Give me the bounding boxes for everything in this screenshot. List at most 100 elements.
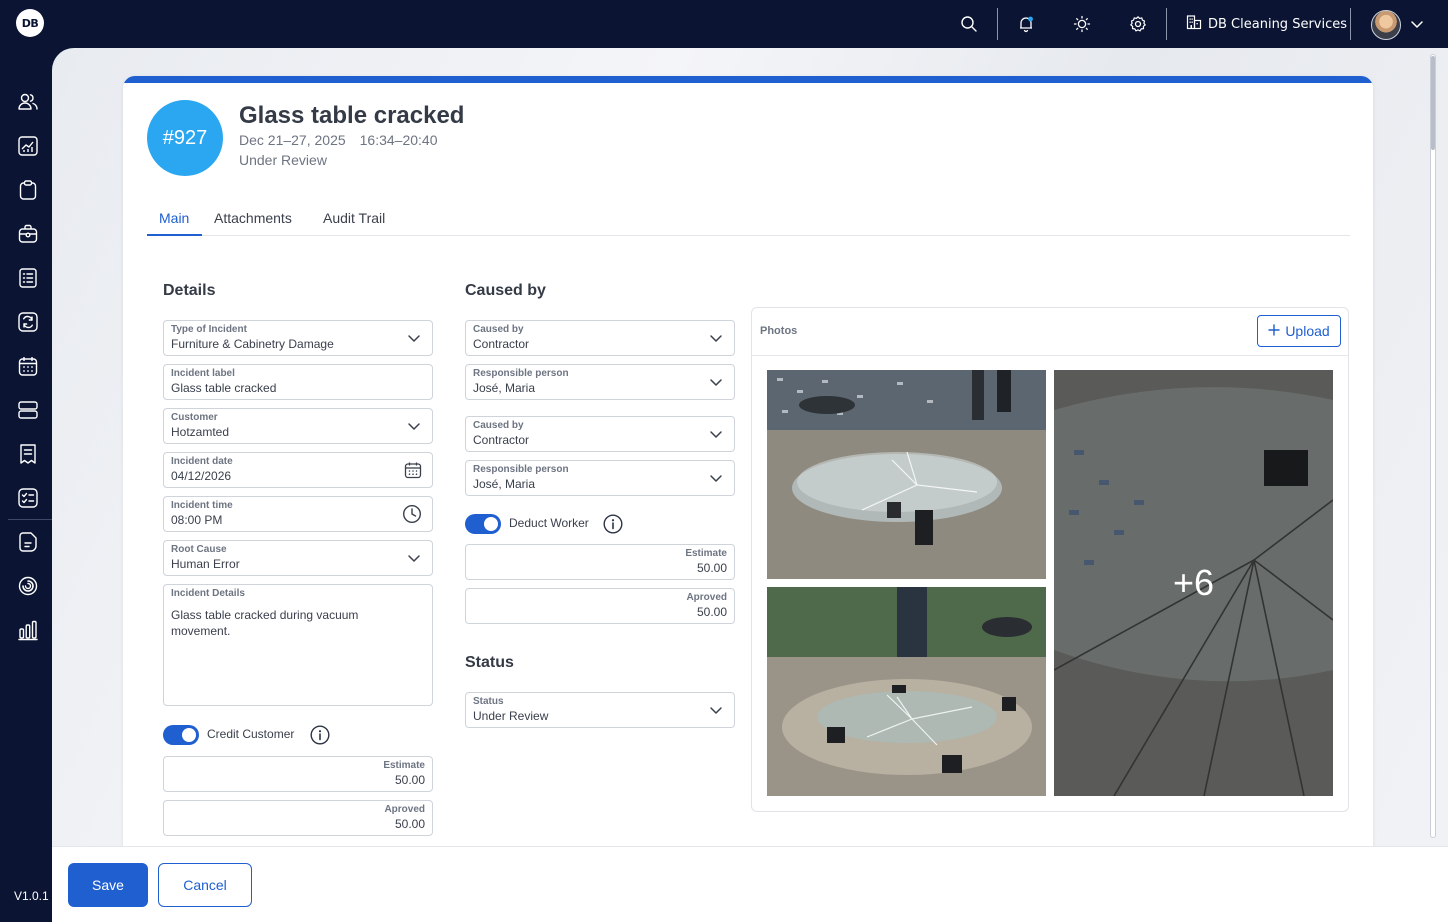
- search-icon[interactable]: [957, 12, 981, 36]
- active-tab-indicator: [147, 234, 202, 236]
- deduct-estimate-input[interactable]: Estimate 50.00: [465, 544, 735, 580]
- caused-by-section-title: Caused by: [465, 282, 546, 299]
- clock-icon[interactable]: [402, 504, 422, 524]
- list-icon[interactable]: [16, 266, 40, 290]
- field-label: Estimate: [383, 760, 425, 771]
- incident-period: Dec 21–27, 2025 16:34–20:40: [239, 132, 438, 148]
- card-accent-bar: [123, 76, 1373, 83]
- gear-icon[interactable]: [1126, 12, 1150, 36]
- info-icon[interactable]: [310, 725, 330, 745]
- info-icon[interactable]: [603, 514, 623, 534]
- customer-select[interactable]: Customer Hotzamted: [163, 408, 433, 444]
- field-value: Glass table cracked: [171, 381, 277, 395]
- scrollbar-track[interactable]: [1430, 54, 1436, 838]
- bell-icon[interactable]: [1014, 12, 1038, 36]
- incident-number-badge: #927: [147, 100, 223, 176]
- app-logo[interactable]: DB: [16, 9, 44, 37]
- deduct-approved-input[interactable]: Aproved 50.00: [465, 588, 735, 624]
- sun-icon[interactable]: [1070, 12, 1094, 36]
- receipt-icon[interactable]: [16, 442, 40, 466]
- clipboard-icon[interactable]: [16, 178, 40, 202]
- responsible-person-select[interactable]: Responsible person José, Maria: [465, 364, 735, 400]
- chevron-down-icon: [406, 418, 422, 434]
- chevron-down-icon: [708, 330, 724, 346]
- sync-icon[interactable]: [16, 310, 40, 334]
- field-label: Status: [473, 696, 504, 707]
- users-icon[interactable]: [16, 90, 40, 114]
- field-value: Hotzamted: [171, 425, 230, 439]
- plus-icon: [1268, 323, 1281, 339]
- spinner-icon[interactable]: [16, 574, 40, 598]
- deduct-worker-label: Deduct Worker: [509, 516, 589, 530]
- upload-label: Upload: [1285, 323, 1330, 339]
- status-section-title: Status: [465, 654, 514, 671]
- server-icon[interactable]: [16, 398, 40, 422]
- tab-audit-trail[interactable]: Audit Trail: [323, 210, 385, 226]
- field-label: Incident label: [171, 368, 235, 379]
- incident-date-range: Dec 21–27, 2025: [239, 132, 346, 148]
- topbar-divider: [1166, 8, 1167, 40]
- app-version: V1.0.1: [14, 889, 49, 903]
- field-value: 50.00: [696, 605, 727, 619]
- incident-date-input[interactable]: Incident date 04/12/2026: [163, 452, 433, 488]
- building-icon: [1186, 14, 1202, 34]
- credit-approved-input[interactable]: Aproved 50.00: [163, 800, 433, 836]
- topbar-divider: [997, 8, 998, 40]
- scrollbar-thumb[interactable]: [1431, 56, 1435, 150]
- field-value: 50.00: [696, 561, 727, 575]
- chevron-down-icon: [708, 426, 724, 442]
- status-select[interactable]: Status Under Review: [465, 692, 735, 728]
- photos-title: Photos: [760, 325, 798, 337]
- field-label: Incident date: [171, 456, 233, 467]
- chevron-down-icon: [708, 702, 724, 718]
- photo-thumbnail[interactable]: [767, 370, 1046, 579]
- analytics-icon[interactable]: [16, 134, 40, 158]
- chevron-down-icon: [406, 550, 422, 566]
- credit-customer-toggle[interactable]: [163, 725, 199, 745]
- field-label: Root Cause: [171, 544, 227, 555]
- responsible-person-select[interactable]: Responsible person José, Maria: [465, 460, 735, 496]
- incident-details-textarea[interactable]: Incident Details Glass table cracked dur…: [163, 584, 433, 706]
- chevron-down-icon[interactable]: [1405, 12, 1429, 36]
- company-switcher[interactable]: DB Cleaning Services: [1186, 12, 1347, 36]
- briefcase-icon[interactable]: [16, 222, 40, 246]
- incident-card: #927 Glass table cracked Dec 21–27, 2025…: [123, 76, 1373, 876]
- caused-by-select[interactable]: Caused by Contractor: [465, 320, 735, 356]
- field-label: Caused by: [473, 420, 524, 431]
- bar-chart-icon[interactable]: [16, 618, 40, 642]
- cancel-button[interactable]: Cancel: [158, 863, 252, 907]
- form-footer: Save Cancel: [52, 846, 1448, 922]
- field-label: Type of Incident: [171, 324, 247, 335]
- photos-header: Photos Upload: [752, 308, 1348, 356]
- incident-label-input[interactable]: Incident label Glass table cracked: [163, 364, 433, 400]
- sidebar: V1.0.1: [4, 48, 52, 922]
- tab-main[interactable]: Main: [159, 210, 189, 226]
- field-value: Under Review: [473, 709, 549, 723]
- calendar-icon[interactable]: [404, 461, 422, 479]
- avatar[interactable]: [1371, 10, 1401, 40]
- type-of-incident-select[interactable]: Type of Incident Furniture & Cabinetry D…: [163, 320, 433, 356]
- page-title: Glass table cracked: [239, 102, 465, 129]
- incident-time-input[interactable]: Incident time 08:00 PM: [163, 496, 433, 532]
- tab-attachments[interactable]: Attachments: [214, 210, 292, 226]
- credit-estimate-input[interactable]: Estimate 50.00: [163, 756, 433, 792]
- root-cause-select[interactable]: Root Cause Human Error: [163, 540, 433, 576]
- photo-thumbnail-more[interactable]: +6: [1054, 370, 1333, 796]
- field-label: Aproved: [686, 592, 727, 603]
- calendar-icon[interactable]: [16, 354, 40, 378]
- checklist-icon[interactable]: [16, 486, 40, 510]
- photo-thumbnail[interactable]: [767, 587, 1046, 796]
- field-value: Contractor: [473, 433, 530, 447]
- field-value: 50.00: [394, 817, 425, 831]
- caused-by-select[interactable]: Caused by Contractor: [465, 416, 735, 452]
- field-label: Incident Details: [171, 588, 245, 599]
- save-button[interactable]: Save: [68, 863, 148, 907]
- document-icon[interactable]: [16, 530, 40, 554]
- upload-button[interactable]: Upload: [1257, 315, 1341, 347]
- sidebar-divider: [8, 519, 52, 520]
- deduct-worker-toggle[interactable]: [465, 514, 501, 534]
- details-section-title: Details: [163, 282, 216, 299]
- chevron-down-icon: [708, 470, 724, 486]
- field-label: Incident time: [171, 500, 233, 511]
- field-label: Responsible person: [473, 464, 569, 475]
